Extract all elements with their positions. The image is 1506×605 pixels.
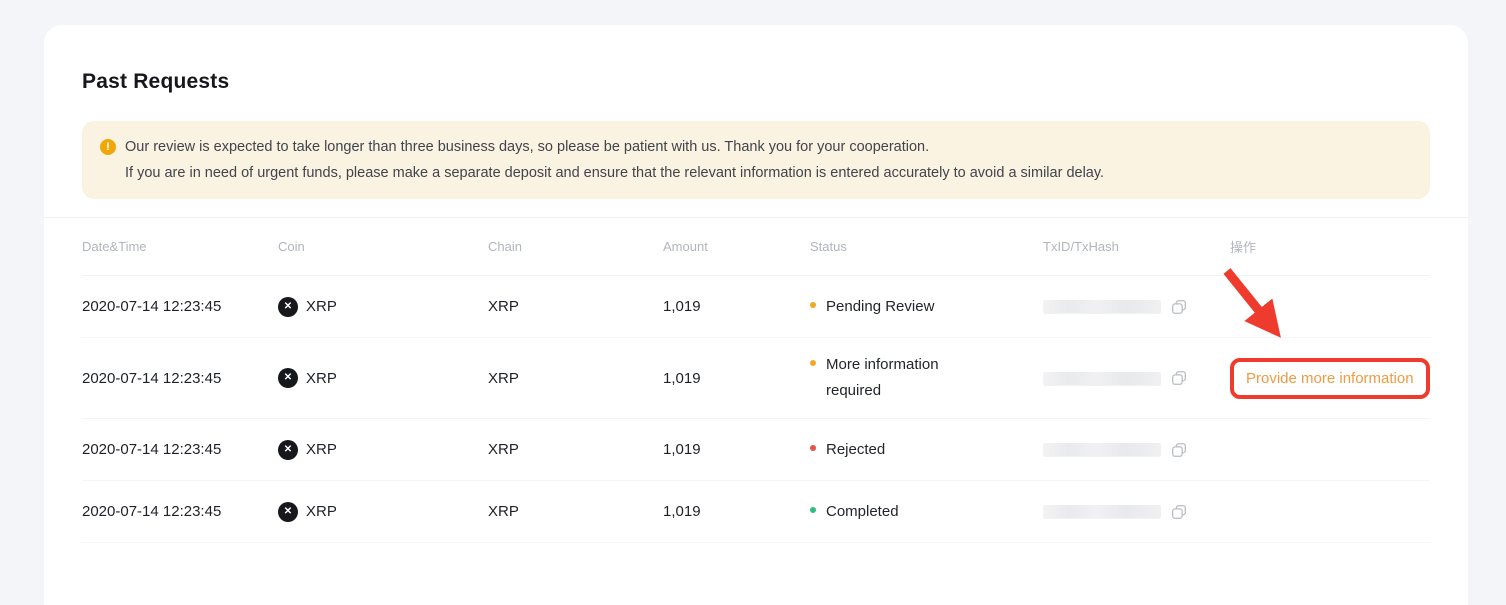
chain-value: XRP bbox=[488, 441, 519, 458]
masked-txid bbox=[1043, 372, 1161, 385]
table-row: 2020-07-14 12:23:45 ✕ XRP XRP 1,019 More… bbox=[82, 338, 1430, 419]
table-row: 2020-07-14 12:23:45 ✕ XRP XRP 1,019 Reje… bbox=[82, 419, 1430, 481]
table-body: 2020-07-14 12:23:45 ✕ XRP XRP 1,019 Pend… bbox=[44, 276, 1468, 543]
coin-name: XRP bbox=[306, 370, 337, 387]
status-label: Pending Review bbox=[826, 294, 934, 320]
amount-value: 1,019 bbox=[663, 441, 701, 458]
chain-value: XRP bbox=[488, 503, 519, 520]
cell-coin: ✕ XRP bbox=[278, 502, 488, 522]
status-label: Completed bbox=[826, 499, 899, 525]
page-title: Past Requests bbox=[82, 70, 1430, 94]
table-header-row: Date&Time Coin Chain Amount Status TxID/… bbox=[82, 218, 1430, 276]
cell-chain: XRP bbox=[488, 441, 663, 458]
requests-table: Date&Time Coin Chain Amount Status TxID/… bbox=[44, 217, 1468, 543]
col-header-txid: TxID/TxHash bbox=[1043, 239, 1230, 254]
copy-icon[interactable] bbox=[1170, 503, 1188, 521]
col-header-status: Status bbox=[810, 239, 1043, 254]
datetime-value: 2020-07-14 12:23:45 bbox=[82, 441, 221, 458]
col-header-coin: Coin bbox=[278, 239, 488, 254]
notice-line-1: Our review is expected to take longer th… bbox=[125, 134, 1104, 160]
chain-value: XRP bbox=[488, 370, 519, 387]
masked-txid bbox=[1043, 300, 1161, 313]
coin-name: XRP bbox=[306, 503, 337, 520]
cell-amount: 1,019 bbox=[663, 370, 810, 387]
cell-status: Rejected bbox=[810, 437, 1043, 463]
cell-datetime: 2020-07-14 12:23:45 bbox=[82, 503, 278, 520]
cell-status: Pending Review bbox=[810, 294, 1043, 320]
cell-amount: 1,019 bbox=[663, 503, 810, 520]
amount-value: 1,019 bbox=[663, 298, 701, 315]
notice-banner: ! Our review is expected to take longer … bbox=[82, 121, 1430, 199]
cell-status: More information required bbox=[810, 352, 1043, 404]
datetime-value: 2020-07-14 12:23:45 bbox=[82, 503, 221, 520]
amount-value: 1,019 bbox=[663, 503, 701, 520]
annotation-highlight-box: Provide more information bbox=[1230, 358, 1430, 399]
xrp-coin-icon: ✕ bbox=[278, 297, 298, 317]
cell-chain: XRP bbox=[488, 370, 663, 387]
cell-status: Completed bbox=[810, 499, 1043, 525]
table-row: 2020-07-14 12:23:45 ✕ XRP XRP 1,019 Pend… bbox=[82, 276, 1430, 338]
cell-action: Provide more information bbox=[1230, 358, 1430, 399]
amount-value: 1,019 bbox=[663, 370, 701, 387]
copy-icon[interactable] bbox=[1170, 298, 1188, 316]
xrp-coin-icon: ✕ bbox=[278, 368, 298, 388]
col-header-action: 操作 bbox=[1230, 237, 1430, 256]
cell-txid bbox=[1043, 298, 1230, 316]
notice-line-2: If you are in need of urgent funds, plea… bbox=[125, 160, 1104, 186]
datetime-value: 2020-07-14 12:23:45 bbox=[82, 370, 221, 387]
coin-name: XRP bbox=[306, 298, 337, 315]
cell-txid bbox=[1043, 441, 1230, 459]
cell-datetime: 2020-07-14 12:23:45 bbox=[82, 298, 278, 315]
cell-chain: XRP bbox=[488, 503, 663, 520]
coin-name: XRP bbox=[306, 441, 337, 458]
notice-text: Our review is expected to take longer th… bbox=[125, 134, 1104, 186]
status-label: More information required bbox=[826, 352, 966, 404]
xrp-coin-icon: ✕ bbox=[278, 440, 298, 460]
masked-txid bbox=[1043, 443, 1161, 456]
col-header-amount: Amount bbox=[663, 239, 810, 254]
col-header-datetime: Date&Time bbox=[82, 239, 278, 254]
cell-coin: ✕ XRP bbox=[278, 297, 488, 317]
warning-circle-icon: ! bbox=[100, 139, 116, 155]
provide-more-information-link[interactable]: Provide more information bbox=[1246, 370, 1414, 387]
masked-txid bbox=[1043, 505, 1161, 518]
cell-chain: XRP bbox=[488, 298, 663, 315]
status-dot bbox=[810, 445, 816, 451]
status-dot bbox=[810, 360, 816, 366]
cell-datetime: 2020-07-14 12:23:45 bbox=[82, 441, 278, 458]
copy-icon[interactable] bbox=[1170, 441, 1188, 459]
cell-amount: 1,019 bbox=[663, 441, 810, 458]
cell-datetime: 2020-07-14 12:23:45 bbox=[82, 370, 278, 387]
cell-txid bbox=[1043, 503, 1230, 521]
cell-coin: ✕ XRP bbox=[278, 368, 488, 388]
table-row: 2020-07-14 12:23:45 ✕ XRP XRP 1,019 Comp… bbox=[82, 481, 1430, 543]
chain-value: XRP bbox=[488, 298, 519, 315]
col-header-chain: Chain bbox=[488, 239, 663, 254]
status-dot bbox=[810, 302, 816, 308]
status-label: Rejected bbox=[826, 437, 885, 463]
datetime-value: 2020-07-14 12:23:45 bbox=[82, 298, 221, 315]
cell-amount: 1,019 bbox=[663, 298, 810, 315]
past-requests-card: Past Requests ! Our review is expected t… bbox=[44, 25, 1468, 605]
copy-icon[interactable] bbox=[1170, 369, 1188, 387]
xrp-coin-icon: ✕ bbox=[278, 502, 298, 522]
status-dot bbox=[810, 507, 816, 513]
cell-txid bbox=[1043, 369, 1230, 387]
cell-coin: ✕ XRP bbox=[278, 440, 488, 460]
